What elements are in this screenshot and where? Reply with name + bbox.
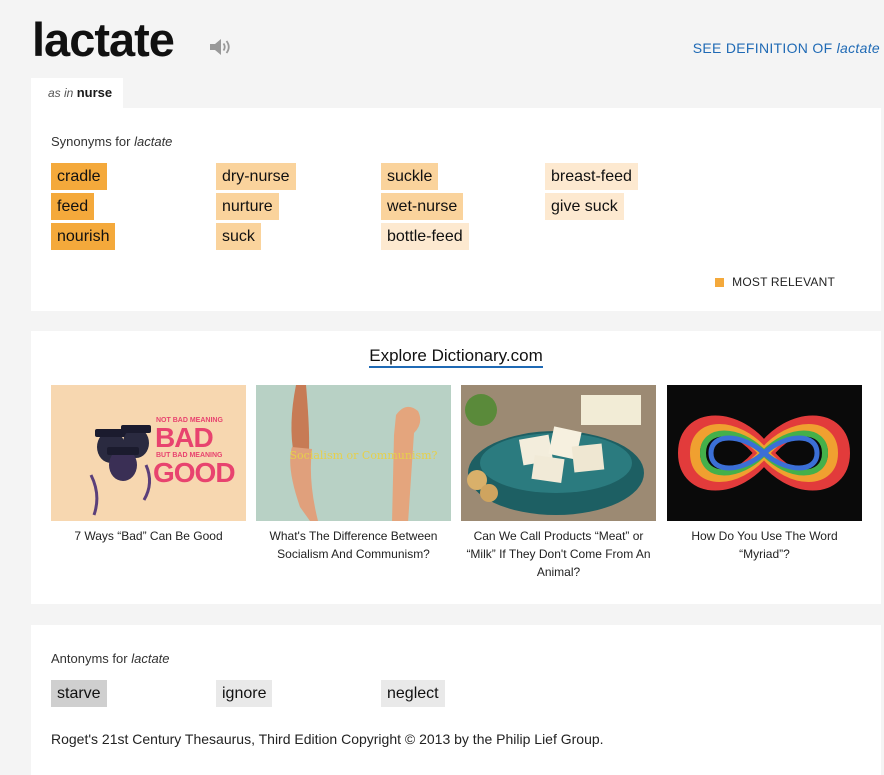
tile-image-text-socialism: Socialism or Communism? [289, 449, 438, 462]
explore-title: Explore Dictionary.com [31, 346, 881, 368]
antonyms-card: Antonyms for lactate starve ignore negle… [31, 625, 881, 775]
synonym-nurture[interactable]: nurture [216, 193, 279, 220]
synonyms-label: Synonyms for lactate [51, 134, 172, 149]
explore-tile-bad-good[interactable]: NOT BAD MEANING BAD BUT BAD MEANING GOOD… [51, 385, 246, 545]
speaker-icon[interactable] [208, 36, 232, 58]
tile-image-socialism: Socialism or Communism? [256, 385, 451, 521]
relevance-legend-label: MOST RELEVANT [732, 275, 835, 289]
synonym-give-suck[interactable]: give suck [545, 193, 624, 220]
synonym-suckle[interactable]: suckle [381, 163, 439, 190]
tile-image-tofu [461, 385, 656, 521]
relevance-legend: MOST RELEVANT [715, 275, 835, 289]
sense-tab-word: nurse [76, 85, 113, 100]
synonym-nourish[interactable]: nourish [51, 223, 116, 250]
explore-tile-myriad[interactable]: How Do You Use The Word “Myriad”? [667, 385, 862, 563]
antonyms-label-word: lactate [131, 651, 170, 666]
synonyms-label-word: lactate [134, 134, 173, 149]
synonym-bottle-feed[interactable]: bottle-feed [381, 223, 469, 250]
synonyms-card: Synonyms for lactate cradle feed nourish… [31, 108, 881, 311]
synonym-feed[interactable]: feed [51, 193, 95, 220]
tile-image-bad-good: NOT BAD MEANING BAD BUT BAD MEANING GOOD [51, 385, 246, 521]
tile-image-text-bad: BAD [155, 422, 214, 453]
tile-caption: How Do You Use The Word “Myriad”? [691, 529, 838, 561]
antonyms-label-prefix: Antonyms for [51, 651, 128, 666]
tile-caption: 7 Ways “Bad” Can Be Good [74, 529, 223, 543]
antonym-neglect[interactable]: neglect [381, 680, 445, 707]
see-definition-link[interactable]: SEE DEFINITION OF lactate [693, 40, 880, 56]
synonym-suck[interactable]: suck [216, 223, 261, 250]
synonym-cradle[interactable]: cradle [51, 163, 107, 190]
synonym-dry-nurse[interactable]: dry-nurse [216, 163, 296, 190]
synonyms-label-prefix: Synonyms for [51, 134, 131, 149]
antonym-starve[interactable]: starve [51, 680, 107, 707]
explore-tile-socialism[interactable]: Socialism or Communism? What's The Diffe… [256, 385, 451, 563]
relevance-swatch [715, 278, 725, 287]
see-definition-word: lactate [836, 40, 880, 56]
tile-image-text-good: GOOD [153, 457, 236, 488]
antonym-ignore[interactable]: ignore [216, 680, 273, 707]
synonym-wet-nurse[interactable]: wet-nurse [381, 193, 464, 220]
explore-tile-meat-milk[interactable]: Can We Call Products “Meat” or “Milk” If… [461, 385, 656, 581]
synonym-breast-feed[interactable]: breast-feed [545, 163, 638, 190]
tile-caption: Can We Call Products “Meat” or “Milk” If… [466, 529, 651, 579]
explore-card: Explore Dictionary.com NOT BAD MEANING B… [31, 331, 881, 604]
copyright-text: Roget's 21st Century Thesaurus, Third Ed… [51, 731, 604, 747]
antonyms-label: Antonyms for lactate [51, 651, 170, 666]
sense-tab-prefix: as in [48, 86, 74, 100]
tile-image-infinity [667, 385, 862, 521]
headword: lactate [32, 13, 175, 66]
see-definition-prefix: SEE DEFINITION OF [692, 40, 833, 56]
explore-title-link[interactable]: Explore Dictionary.com [369, 346, 543, 368]
sense-tab-nurse[interactable]: as in nurse [31, 78, 123, 108]
tile-caption: What's The Difference Between Socialism … [269, 529, 438, 561]
